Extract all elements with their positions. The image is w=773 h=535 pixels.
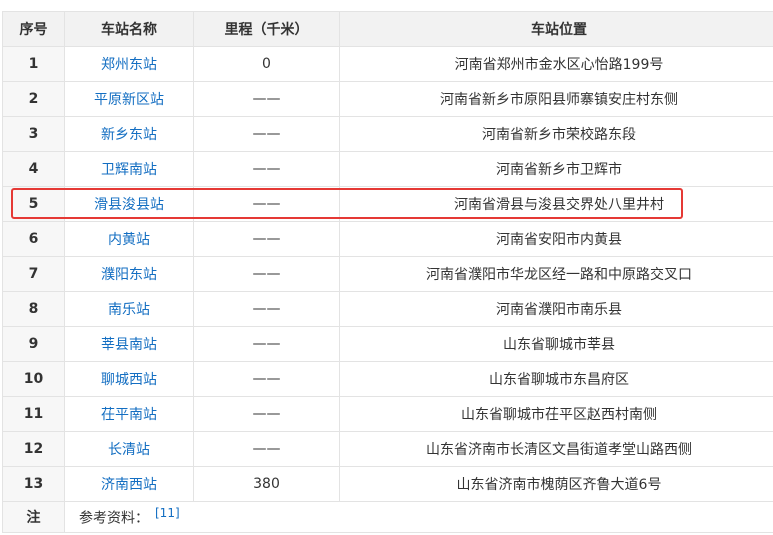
station-link[interactable]: 濮阳东站 bbox=[101, 267, 157, 283]
location-cell: 河南省安阳市内黄县 bbox=[339, 221, 773, 257]
table-row: 4 卫辉南站 —— 河南省新乡市卫辉市 bbox=[2, 151, 773, 187]
location-cell: 山东省济南市槐荫区齐鲁大道6号 bbox=[339, 466, 773, 502]
mileage-cell: —— bbox=[193, 256, 340, 292]
station-link[interactable]: 卫辉南站 bbox=[101, 162, 157, 178]
location-cell: 河南省新乡市卫辉市 bbox=[339, 151, 773, 187]
station-name-cell: 长清站 bbox=[64, 431, 194, 467]
station-link[interactable]: 济南西站 bbox=[101, 477, 157, 493]
station-name-cell: 新乡东站 bbox=[64, 116, 194, 152]
mileage-cell: 380 bbox=[193, 466, 340, 502]
station-link[interactable]: 新乡东站 bbox=[101, 127, 157, 143]
table-row: 10 聊城西站 —— 山东省聊城市东昌府区 bbox=[2, 361, 773, 397]
station-name-cell: 南乐站 bbox=[64, 291, 194, 327]
row-index: 3 bbox=[2, 116, 65, 152]
station-name-cell: 卫辉南站 bbox=[64, 151, 194, 187]
station-name-cell: 莘县南站 bbox=[64, 326, 194, 362]
location-cell: 山东省济南市长清区文昌街道孝堂山路西侧 bbox=[339, 431, 773, 467]
table-body: 1 郑州东站 0 河南省郑州市金水区心怡路199号 2 平原新区站 —— 河南省新乡市原阳县师… bbox=[2, 46, 773, 502]
location-cell: 山东省聊城市茌平区赵西村南侧 bbox=[339, 396, 773, 432]
location-cell: 山东省聊城市莘县 bbox=[339, 326, 773, 362]
station-name-cell: 济南西站 bbox=[64, 466, 194, 502]
location-cell: 河南省郑州市金水区心怡路199号 bbox=[339, 46, 773, 82]
mileage-cell: —— bbox=[193, 361, 340, 397]
mileage-cell: 0 bbox=[193, 46, 340, 82]
location-cell: 河南省濮阳市南乐县 bbox=[339, 291, 773, 327]
table-row: 5 滑县浚县站 —— 河南省滑县与浚县交界处八里井村 bbox=[2, 186, 773, 222]
mileage-cell: —— bbox=[193, 151, 340, 187]
row-index: 2 bbox=[2, 81, 65, 117]
note-content: 参考资料： [11] bbox=[64, 501, 773, 533]
station-link[interactable]: 平原新区站 bbox=[94, 92, 164, 108]
location-cell: 河南省新乡市原阳县师寨镇安庄村东侧 bbox=[339, 81, 773, 117]
station-name-cell: 平原新区站 bbox=[64, 81, 194, 117]
station-link[interactable]: 长清站 bbox=[108, 442, 150, 458]
table-row: 2 平原新区站 —— 河南省新乡市原阳县师寨镇安庄村东侧 bbox=[2, 81, 773, 117]
mileage-cell: —— bbox=[193, 326, 340, 362]
table-row: 12 长清站 —— 山东省济南市长清区文昌街道孝堂山路西侧 bbox=[2, 431, 773, 467]
location-cell: 河南省濮阳市华龙区经一路和中原路交叉口 bbox=[339, 256, 773, 292]
location-cell: 河南省滑县与浚县交界处八里井村 bbox=[339, 186, 773, 222]
station-link[interactable]: 南乐站 bbox=[108, 302, 150, 318]
table-row: 3 新乡东站 —— 河南省新乡市荣校路东段 bbox=[2, 116, 773, 152]
table-header-row: 序号 车站名称 里程（千米） 车站位置 bbox=[2, 11, 773, 47]
row-index: 12 bbox=[2, 431, 65, 467]
table-row: 8 南乐站 —— 河南省濮阳市南乐县 bbox=[2, 291, 773, 327]
header-location: 车站位置 bbox=[339, 11, 773, 47]
row-index: 10 bbox=[2, 361, 65, 397]
location-cell: 山东省聊城市东昌府区 bbox=[339, 361, 773, 397]
table-row: 13 济南西站 380 山东省济南市槐荫区齐鲁大道6号 bbox=[2, 466, 773, 502]
mileage-cell: —— bbox=[193, 431, 340, 467]
mileage-cell: —— bbox=[193, 116, 340, 152]
reference-link[interactable]: [11] bbox=[155, 506, 180, 520]
row-index: 8 bbox=[2, 291, 65, 327]
row-index: 11 bbox=[2, 396, 65, 432]
row-index: 1 bbox=[2, 46, 65, 82]
header-station-name: 车站名称 bbox=[64, 11, 194, 47]
row-index: 9 bbox=[2, 326, 65, 362]
station-name-cell: 内黄站 bbox=[64, 221, 194, 257]
row-index: 5 bbox=[2, 186, 65, 222]
row-index: 13 bbox=[2, 466, 65, 502]
table-row: 1 郑州东站 0 河南省郑州市金水区心怡路199号 bbox=[2, 46, 773, 82]
mileage-cell: —— bbox=[193, 81, 340, 117]
note-label: 注 bbox=[2, 501, 65, 533]
table-row: 6 内黄站 —— 河南省安阳市内黄县 bbox=[2, 221, 773, 257]
station-link[interactable]: 茌平南站 bbox=[101, 407, 157, 423]
note-text: 参考资料： bbox=[79, 510, 149, 527]
station-name-cell: 滑县浚县站 bbox=[64, 186, 194, 222]
station-link[interactable]: 郑州东站 bbox=[101, 57, 157, 73]
station-link[interactable]: 聊城西站 bbox=[101, 372, 157, 388]
mileage-cell: —— bbox=[193, 221, 340, 257]
station-name-cell: 聊城西站 bbox=[64, 361, 194, 397]
mileage-cell: —— bbox=[193, 291, 340, 327]
table-row: 11 茌平南站 —— 山东省聊城市茌平区赵西村南侧 bbox=[2, 396, 773, 432]
station-name-cell: 茌平南站 bbox=[64, 396, 194, 432]
row-index: 6 bbox=[2, 221, 65, 257]
station-link[interactable]: 莘县南站 bbox=[101, 337, 157, 353]
station-link[interactable]: 内黄站 bbox=[108, 232, 150, 248]
table-row: 9 莘县南站 —— 山东省聊城市莘县 bbox=[2, 326, 773, 362]
table-row: 7 濮阳东站 —— 河南省濮阳市华龙区经一路和中原路交叉口 bbox=[2, 256, 773, 292]
location-cell: 河南省新乡市荣校路东段 bbox=[339, 116, 773, 152]
row-index: 7 bbox=[2, 256, 65, 292]
station-name-cell: 濮阳东站 bbox=[64, 256, 194, 292]
station-table: 序号 车站名称 里程（千米） 车站位置 1 郑州东站 0 河南省郑州市金水区心怡路19… bbox=[2, 11, 773, 533]
header-mileage: 里程（千米） bbox=[193, 11, 340, 47]
row-index: 4 bbox=[2, 151, 65, 187]
station-link[interactable]: 滑县浚县站 bbox=[94, 197, 164, 213]
table-note-row: 注 参考资料： [11] bbox=[2, 501, 773, 533]
mileage-cell: —— bbox=[193, 186, 340, 222]
mileage-cell: —— bbox=[193, 396, 340, 432]
station-name-cell: 郑州东站 bbox=[64, 46, 194, 82]
header-index: 序号 bbox=[2, 11, 65, 47]
